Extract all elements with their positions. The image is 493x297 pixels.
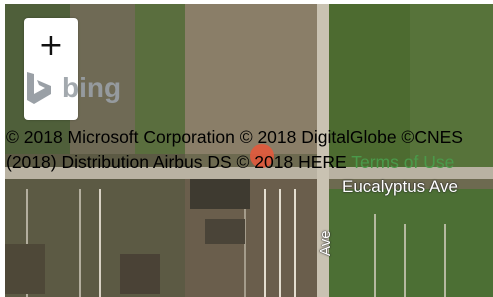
map-attribution: © 2018 Microsoft Corporation © 2018 Digi… — [6, 125, 491, 175]
terms-of-use-link[interactable]: Terms of Use — [351, 152, 454, 172]
zoom-in-button[interactable]: + — [24, 18, 78, 72]
bing-logo-text: bing — [62, 72, 122, 103]
street-label-ave: Ave — [317, 230, 334, 256]
street-label-eucalyptus: Eucalyptus Ave — [342, 177, 458, 196]
